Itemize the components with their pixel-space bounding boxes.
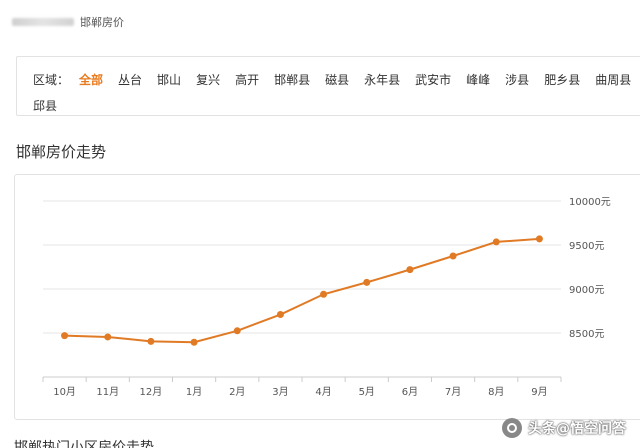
x-tick-label: 6月 xyxy=(402,386,418,398)
data-point xyxy=(190,338,198,346)
x-tick-label: 5月 xyxy=(359,386,375,398)
blurred-site-name xyxy=(12,18,74,26)
region-option[interactable]: 磁县 xyxy=(325,71,349,88)
region-filter: 区域： 全部 丛台 邯山 复兴 高开 邯郸县 磁县 永年县 武安市 峰峰 涉县 … xyxy=(16,56,640,116)
series-line xyxy=(64,237,540,344)
x-tick-label: 7月 xyxy=(445,386,461,398)
breadcrumb-current: 邯郸房价 xyxy=(80,16,124,29)
breadcrumb: 邯郸房价 xyxy=(12,12,124,32)
region-option-wrap[interactable]: 邱县 xyxy=(33,97,57,114)
region-option[interactable]: 邯郸县 xyxy=(274,71,310,88)
watermark-text: 头条@悟空问答 xyxy=(528,421,626,437)
region-filter-label: 区域： xyxy=(33,73,70,87)
page-title: 邯郸房价走势 xyxy=(16,143,107,161)
region-option[interactable]: 武安市 xyxy=(415,71,451,88)
watermark: 头条@悟空问答 xyxy=(502,418,626,438)
region-option-all[interactable]: 全部 xyxy=(79,71,103,88)
data-point xyxy=(535,235,543,243)
x-tick-label: 2月 xyxy=(229,386,245,398)
x-tick-label: 4月 xyxy=(315,386,331,398)
data-point xyxy=(406,266,414,274)
region-option[interactable]: 高开 xyxy=(235,71,259,88)
data-point xyxy=(320,290,328,298)
data-point xyxy=(492,238,500,246)
data-point xyxy=(147,337,155,345)
y-tick-label: 8500元 xyxy=(569,329,604,340)
region-option[interactable]: 永年县 xyxy=(364,71,400,88)
data-point xyxy=(104,333,112,341)
watermark-logo-icon xyxy=(502,418,522,438)
x-tick-label: 9月 xyxy=(531,386,547,398)
region-option[interactable]: 邯山 xyxy=(157,71,181,88)
y-tick-label: 9500元 xyxy=(569,241,604,252)
y-tick-label: 10000元 xyxy=(569,197,611,208)
data-point xyxy=(233,327,241,335)
x-tick-label: 12月 xyxy=(140,386,163,398)
region-option[interactable]: 涉县 xyxy=(505,71,529,88)
x-tick-label: 10月 xyxy=(53,386,76,398)
data-point xyxy=(61,332,69,340)
x-tick-label: 3月 xyxy=(272,386,288,398)
region-filter-row: 区域： 全部 丛台 邯山 复兴 高开 邯郸县 磁县 永年县 武安市 峰峰 涉县 … xyxy=(33,71,640,88)
x-tick-label: 8月 xyxy=(488,386,504,398)
x-tick-label: 1月 xyxy=(186,386,202,398)
data-point xyxy=(276,311,284,319)
region-option[interactable]: 肥乡县 xyxy=(544,71,580,88)
x-tick-label: 11月 xyxy=(96,386,119,398)
next-section-title: 邯郸热门小区房价走势 xyxy=(14,440,154,448)
y-tick-label: 9000元 xyxy=(569,285,604,296)
data-point xyxy=(449,252,457,260)
price-trend-chart: 10000元 9500元 9000元 8500元 10月 11月 12月 1月 2月 3月 4月 5月… xyxy=(14,174,640,420)
region-option[interactable]: 峰峰 xyxy=(466,71,490,88)
region-option[interactable]: 复兴 xyxy=(196,71,220,88)
region-option[interactable]: 曲周县 xyxy=(595,71,631,88)
price-trend-svg: 10000元 9500元 9000元 8500元 10月 11月 12月 1月 2月 3月 4月 5月… xyxy=(42,197,611,398)
region-option[interactable]: 丛台 xyxy=(118,71,142,88)
data-point xyxy=(363,278,371,286)
next-section-title-clip: 邯郸热门小区房价走势 xyxy=(14,437,214,448)
